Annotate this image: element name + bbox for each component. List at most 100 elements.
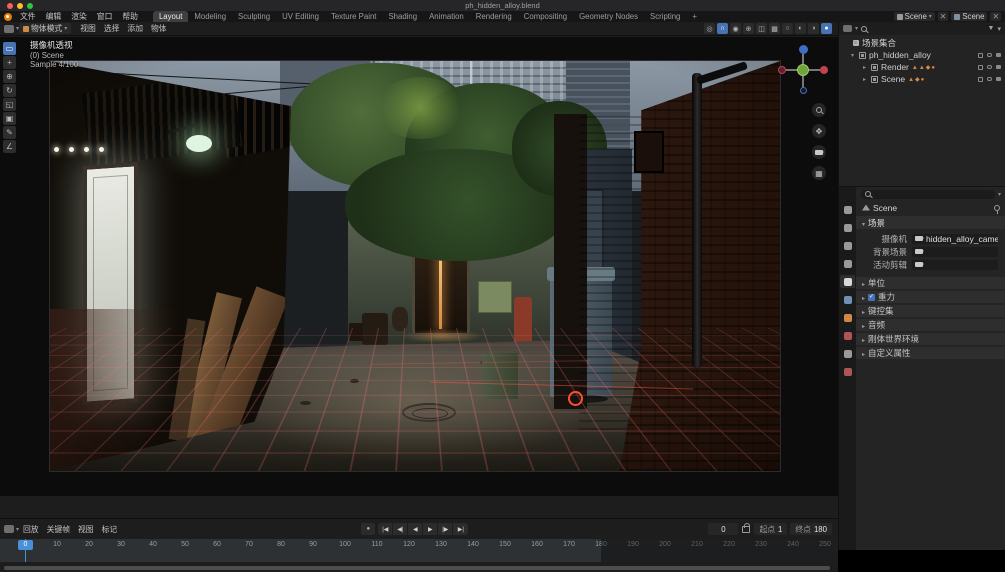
play-reverse-button[interactable]: ◀	[408, 523, 423, 535]
menu-item[interactable]: 帮助	[117, 11, 143, 22]
pin-icon[interactable]	[994, 205, 1000, 211]
collapsed-panel-header[interactable]: ✓ 重力	[856, 291, 1005, 303]
3d-viewport[interactable]: ▭+⊕↻◱▣✎∠ 摄像机透视 (0) Scene Sample 4/100	[0, 37, 838, 496]
outliner-row[interactable]: 场景集合	[839, 37, 1005, 49]
navigation-gizmo[interactable]	[776, 43, 830, 97]
workspace-tab[interactable]: Shading	[382, 11, 423, 22]
camera-view-icon[interactable]	[812, 145, 826, 159]
disable-render-camera-icon[interactable]	[996, 65, 1001, 69]
outliner-row[interactable]: ▾ ph_hidden_alloy	[839, 49, 1005, 61]
workspace-tab[interactable]: Scripting	[644, 11, 686, 22]
tab-constraints[interactable]	[840, 347, 855, 360]
timeline-scrollbar[interactable]	[4, 566, 830, 570]
transform-tool[interactable]: ▣	[3, 112, 16, 125]
property-value-field[interactable]: ✕	[912, 247, 998, 257]
show-overlays-icon[interactable]: ◫	[756, 23, 767, 34]
timeline-editor-type-icon[interactable]	[4, 525, 14, 533]
rendered-scene-image[interactable]	[50, 61, 780, 471]
tab-object[interactable]	[840, 311, 855, 324]
transform-orientation-icon[interactable]: ◎	[704, 23, 715, 34]
disclosure-caret-icon[interactable]: ▸	[861, 64, 868, 71]
workspace-tab[interactable]: +	[686, 11, 703, 22]
outliner-row[interactable]: ▸ Scene ▲◆●	[839, 73, 1005, 85]
tab-view-layer[interactable]	[840, 257, 855, 270]
workspace-tab[interactable]: Geometry Nodes	[573, 11, 644, 22]
move-tool[interactable]: ⊕	[3, 70, 16, 83]
timeline-menu-item[interactable]: 关键帧	[43, 524, 74, 535]
workspace-tab[interactable]: Compositing	[518, 11, 573, 22]
editor-type-icon[interactable]	[4, 25, 14, 33]
jump-prev-keyframe-button[interactable]: ◀|	[393, 523, 408, 535]
select-box-tool[interactable]: ▭	[3, 42, 16, 55]
tab-physics[interactable]	[840, 329, 855, 342]
menu-item[interactable]: 渲染	[66, 11, 92, 22]
tab-render[interactable]	[840, 221, 855, 234]
outliner-row[interactable]: ▸ Render ▲▲◆●	[839, 61, 1005, 73]
timeline-menu-item[interactable]: 视图	[74, 524, 98, 535]
unlink-scene-button[interactable]: ✕	[938, 12, 949, 21]
show-gizmo-icon[interactable]: ⊕	[743, 23, 754, 34]
tab-world[interactable]	[840, 293, 855, 306]
mode-dropdown[interactable]: 物体模式 ▾	[19, 23, 71, 34]
filter-icon[interactable]: ▼	[988, 25, 995, 32]
jump-next-keyframe-button[interactable]: |▶	[438, 523, 453, 535]
timeline-menu-item[interactable]: 标记	[98, 524, 122, 535]
menu-item[interactable]: 窗口	[92, 11, 118, 22]
collapsed-panel-header[interactable]: ✓ 音频	[856, 319, 1005, 331]
frame-end-field[interactable]: 终点180	[790, 523, 832, 535]
cursor-tool[interactable]: +	[3, 56, 16, 69]
gravity-checkbox[interactable]: ✓	[868, 294, 875, 301]
axis-negz-handle[interactable]	[800, 87, 807, 94]
viewport-menu-item[interactable]: 添加	[123, 23, 147, 34]
menu-item[interactable]: 文件	[15, 11, 41, 22]
search-icon[interactable]	[861, 26, 867, 32]
shading-wireframe-icon[interactable]: ○	[782, 23, 793, 34]
scale-tool[interactable]: ◱	[3, 98, 16, 111]
workspace-tab[interactable]: Rendering	[470, 11, 518, 22]
workspace-tab[interactable]: Texture Paint	[325, 11, 383, 22]
current-frame-field[interactable]: 0	[708, 523, 738, 535]
shading-material-icon[interactable]: ◑	[808, 23, 819, 34]
tab-scene[interactable]	[840, 275, 855, 288]
workspace-tab[interactable]: UV Editing	[276, 11, 325, 22]
axis-negx-handle[interactable]	[778, 66, 786, 74]
exclude-checkbox-icon[interactable]	[978, 65, 983, 70]
timeline-menu-item[interactable]: 回放	[19, 524, 43, 535]
collapsed-panel-header[interactable]: ✓ 单位	[856, 277, 1005, 289]
workspace-tab[interactable]: Animation	[423, 11, 470, 22]
jump-to-start-button[interactable]: |◀	[378, 523, 393, 535]
viewport-menu-item[interactable]: 物体	[147, 23, 171, 34]
workspace-tab[interactable]: Sculpting	[232, 11, 276, 22]
menu-item[interactable]: 编辑	[41, 11, 67, 22]
property-value-field[interactable]: hidden_alloy_camera ✕	[912, 234, 998, 244]
blender-logo-icon[interactable]	[4, 13, 12, 21]
tab-output[interactable]	[840, 239, 855, 252]
collapsed-panel-header[interactable]: ✓ 刚体世界环境	[856, 333, 1005, 345]
shading-solid-icon[interactable]: ◐	[795, 23, 806, 34]
disable-render-camera-icon[interactable]	[996, 53, 1001, 57]
viewport-menu-item[interactable]: 选择	[100, 23, 124, 34]
auto-keying-button[interactable]: ●	[361, 523, 375, 535]
lock-frame-range-icon[interactable]	[742, 526, 750, 533]
move-view-icon[interactable]: ✥	[812, 124, 826, 138]
perspective-toggle-icon[interactable]: ▦	[812, 166, 826, 180]
viewport-menu-item[interactable]: 视图	[76, 23, 100, 34]
hide-viewport-eye-icon[interactable]	[987, 65, 992, 69]
play-button[interactable]: ▶	[423, 523, 438, 535]
rotate-tool[interactable]: ↻	[3, 84, 16, 97]
tab-tool[interactable]	[840, 203, 855, 216]
workspace-tab[interactable]: Modeling	[188, 11, 232, 22]
annotate-tool[interactable]: ✎	[3, 126, 16, 139]
axis-z-handle[interactable]	[799, 45, 808, 54]
disclosure-caret-icon[interactable]: ▾	[849, 52, 856, 59]
disable-render-camera-icon[interactable]	[996, 77, 1001, 81]
exclude-checkbox-icon[interactable]	[978, 53, 983, 58]
proportional-editing-icon[interactable]: ◉	[730, 23, 741, 34]
collapsed-panel-header[interactable]: ✓ 键控集	[856, 305, 1005, 317]
property-value-field[interactable]: ✕	[912, 260, 998, 270]
frame-start-field[interactable]: 起点1	[754, 523, 787, 535]
playhead[interactable]: 0	[18, 540, 33, 550]
hide-viewport-eye-icon[interactable]	[987, 53, 992, 57]
exclude-checkbox-icon[interactable]	[978, 77, 983, 82]
filter-dropdown-icon[interactable]: ▾	[998, 191, 1001, 198]
